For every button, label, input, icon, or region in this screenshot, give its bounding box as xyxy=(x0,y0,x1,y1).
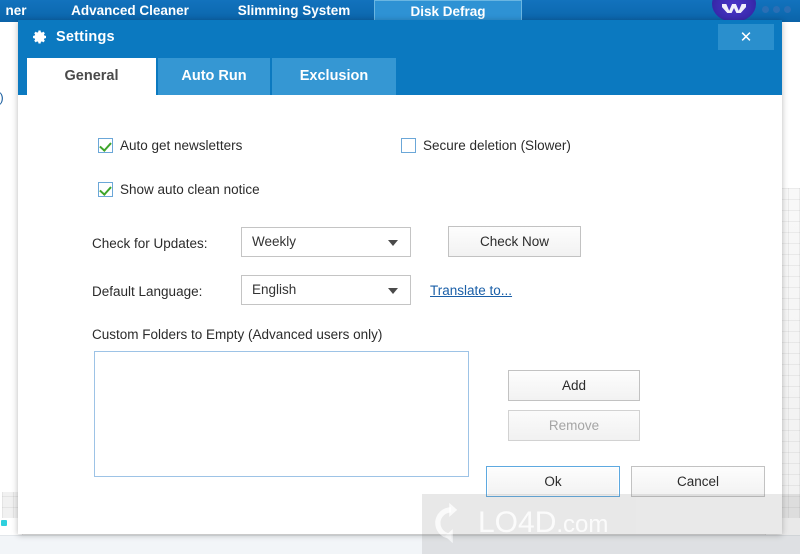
drive-label-2: (D:) xyxy=(0,90,4,105)
dialog-title: Settings xyxy=(56,29,115,45)
settings-dialog: Settings ✕ General Auto Run Exclusion Au… xyxy=(18,20,782,534)
app-navbar: ner Advanced Cleaner Slimming System Dis… xyxy=(0,0,800,22)
nav-tab-0-label: ner xyxy=(5,3,26,18)
chevron-down-icon xyxy=(388,240,398,246)
checkbox-auto-get-newsletters-box[interactable] xyxy=(98,138,113,153)
app-status-bar xyxy=(0,535,800,554)
chevron-down-icon xyxy=(388,288,398,294)
check-for-updates-label: Check for Updates: xyxy=(92,236,208,251)
remove-folder-button: Remove xyxy=(508,410,640,441)
check-for-updates-select[interactable]: Weekly xyxy=(241,227,411,257)
nav-tab-slimming-system-label: Slimming System xyxy=(238,3,351,18)
custom-folders-listbox[interactable] xyxy=(94,351,469,477)
checkbox-secure-deletion-label: Secure deletion (Slower) xyxy=(423,138,571,153)
tab-general[interactable]: General xyxy=(27,58,156,95)
nav-tab-disk-defrag-label: Disk Defrag xyxy=(410,4,485,19)
default-language-value: English xyxy=(252,276,296,304)
nav-tab-advanced-cleaner-label: Advanced Cleaner xyxy=(71,3,189,18)
dialog-body: Auto get newsletters Secure deletion (Sl… xyxy=(18,95,782,534)
wisecare-logo-icon xyxy=(712,0,756,22)
nav-tab-slimming-system[interactable]: Slimming System xyxy=(214,0,374,22)
tab-auto-run-label: Auto Run xyxy=(181,68,246,84)
gear-icon xyxy=(32,29,48,45)
tab-general-label: General xyxy=(65,68,119,84)
checkbox-show-auto-clean-notice-label: Show auto clean notice xyxy=(120,182,260,197)
tab-auto-run[interactable]: Auto Run xyxy=(158,58,270,95)
nav-tab-advanced-cleaner[interactable]: Advanced Cleaner xyxy=(46,0,214,22)
checkbox-auto-get-newsletters-label: Auto get newsletters xyxy=(120,138,242,153)
default-language-select[interactable]: English xyxy=(241,275,411,305)
dialog-titlebar: Settings ✕ xyxy=(18,20,782,54)
custom-folders-label: Custom Folders to Empty (Advanced users … xyxy=(92,327,382,342)
nav-tab-0[interactable]: ner xyxy=(0,0,44,22)
add-folder-button[interactable]: Add xyxy=(508,370,640,401)
checkbox-secure-deletion-box[interactable] xyxy=(401,138,416,153)
dialog-title-group: Settings xyxy=(32,20,115,54)
check-now-button[interactable]: Check Now xyxy=(448,226,581,257)
cancel-button[interactable]: Cancel xyxy=(631,466,765,497)
tab-exclusion[interactable]: Exclusion xyxy=(272,58,396,95)
translate-to-link[interactable]: Translate to... xyxy=(430,283,512,298)
checkbox-secure-deletion[interactable]: Secure deletion (Slower) xyxy=(401,138,571,153)
checkbox-show-auto-clean-notice-box[interactable] xyxy=(98,182,113,197)
checkbox-auto-get-newsletters[interactable]: Auto get newsletters xyxy=(98,138,242,153)
check-for-updates-value: Weekly xyxy=(252,228,296,256)
dialog-tabstrip: General Auto Run Exclusion xyxy=(18,54,782,95)
accent-indicator xyxy=(1,520,7,526)
window-controls-dots[interactable] xyxy=(762,4,796,14)
tab-exclusion-label: Exclusion xyxy=(300,68,369,84)
ok-button[interactable]: Ok xyxy=(486,466,620,497)
default-language-label: Default Language: xyxy=(92,284,202,299)
close-icon[interactable]: ✕ xyxy=(718,24,774,50)
checkbox-show-auto-clean-notice[interactable]: Show auto clean notice xyxy=(98,182,260,197)
